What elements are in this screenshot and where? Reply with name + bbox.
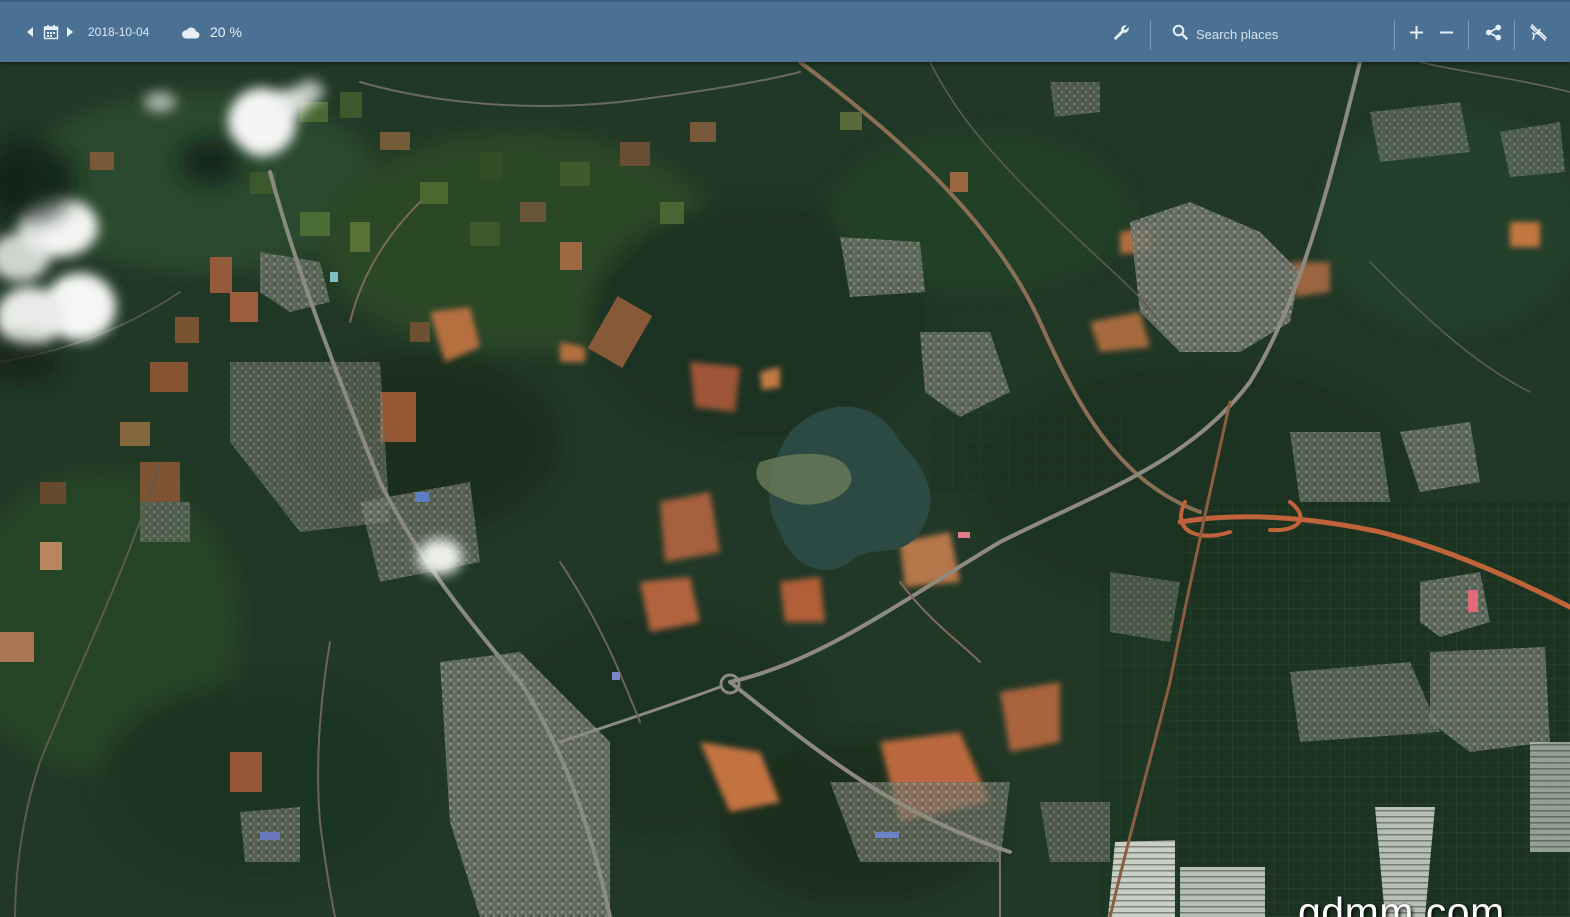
satellite-imagery <box>0 62 1570 917</box>
selected-date[interactable]: 2018-10-04 <box>88 2 149 62</box>
page: 2018-10-04 20 % Search places gdmm.com <box>0 0 1570 917</box>
cloud-icon <box>181 27 199 38</box>
caret-right-icon <box>67 27 73 37</box>
share-button[interactable] <box>1480 2 1506 62</box>
search-icon <box>1172 24 1188 40</box>
cloud-coverage-value[interactable]: 20 % <box>210 2 242 62</box>
satellite-map[interactable]: gdmm.com <box>0 62 1570 917</box>
tools-button[interactable] <box>1108 2 1134 62</box>
wrench-icon <box>1113 24 1129 40</box>
toolbar-divider <box>1468 20 1469 50</box>
calendar-button[interactable] <box>40 2 62 62</box>
zoom-out-button[interactable] <box>1434 2 1458 62</box>
share-icon <box>1485 24 1501 40</box>
minus-icon <box>1439 31 1453 33</box>
caret-left-icon <box>27 27 33 37</box>
plus-icon <box>1409 25 1423 39</box>
search-button[interactable] <box>1170 2 1190 62</box>
calendar-icon <box>43 25 59 40</box>
toolbar-divider <box>1514 20 1515 50</box>
watermark-text: gdmm.com <box>1298 889 1505 917</box>
satellite-icon <box>1529 23 1547 41</box>
zoom-in-button[interactable] <box>1404 2 1428 62</box>
satellite-layer-button[interactable] <box>1524 2 1552 62</box>
toolbar-divider <box>1150 20 1151 50</box>
toolbar-divider <box>1394 20 1395 50</box>
search-input[interactable] <box>1196 22 1386 46</box>
previous-date-button[interactable] <box>22 2 38 62</box>
toolbar: 2018-10-04 20 % <box>0 0 1570 62</box>
cloud-filter-button[interactable] <box>180 2 200 62</box>
next-date-button[interactable] <box>62 2 78 62</box>
